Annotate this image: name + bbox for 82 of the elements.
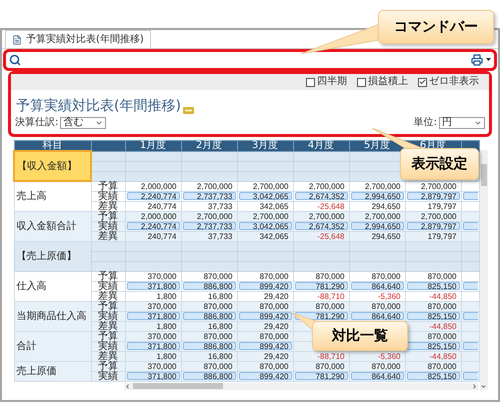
filter-label: 決算仕訳: [15,118,58,128]
column-header: 3月度 [237,140,293,151]
row-label: 差異 [91,351,125,361]
checkmark-icon [419,78,426,86]
table-cell: 2,994,650 [350,222,404,230]
callout-label: コマンドバー [378,10,494,44]
row-label: 予算 [91,301,125,311]
column-header: 1月度 [125,140,181,151]
row-label: 予算 [91,211,125,221]
account-cell: 当期商品仕入高 [14,301,91,331]
chevron-down-icon [95,119,104,127]
badge-icon [182,107,194,114]
table-cell: 899,420 [238,372,292,380]
column-header: 4月度 [293,140,349,151]
filter-dropdown[interactable]: 円 [439,117,485,129]
row-label: 予算 [91,181,125,191]
scroll-down-icon[interactable] [480,383,487,390]
row-label: 予算 [91,361,125,371]
section-cell[interactable]: 【収入金額】 [14,151,91,181]
table-cell: 864,640 [350,282,404,290]
row-label: 差異 [91,201,125,211]
table-cell: 825,150 [406,312,460,320]
table-cell: 886,800 [182,312,236,320]
table-cell: 3,042,065 [238,192,292,200]
account-cell: 仕入高 [14,271,91,301]
table-cell: 825,150 [406,372,460,380]
row-label: 差異 [91,321,125,331]
table-cell: 825,150 [406,342,460,350]
printer-icon[interactable] [471,54,483,66]
account-cell: 合計 [14,331,91,361]
table-cell: 2,240,774 [126,192,180,200]
table-cell: 2,674,352 [294,222,348,230]
option-checkbox[interactable]: 四半期 [306,77,347,87]
filter-label: 単位: [414,118,437,128]
account-cell: 売上高 [14,181,91,211]
callout-label: 対比一覧 [312,321,408,351]
table-cell: 371,800 [126,342,180,350]
scroll-thumb[interactable] [480,164,486,186]
table-cell: 2,737,733 [182,192,236,200]
section-cell[interactable]: 【売上原価】 [14,241,91,271]
account-cell: 収入金額合計 [14,211,91,241]
chevron-down-icon [474,119,482,127]
table-cell: 371,800 [126,282,180,290]
table-cell: 899,420 [238,342,292,350]
table-cell: 781,290 [294,282,348,290]
table-cell: 899,420 [238,282,292,290]
search-icon[interactable] [9,54,21,66]
table-cell: 886,800 [182,342,236,350]
table-cell: 864,640 [350,372,404,380]
table-cell: 886,800 [182,372,236,380]
table-cell: 2,674,352 [294,192,348,200]
scroll-thumb[interactable] [133,383,223,389]
table-cell: 371,800 [126,312,180,320]
scroll-left-icon[interactable] [124,382,131,390]
table-cell: 2,879,797 [406,192,460,200]
table-cell: 886,800 [182,282,236,290]
table-cell: 371,800 [126,372,180,380]
table-cell: 899,420 [238,312,292,320]
table-cell: 2,737,733 [182,222,236,230]
caret-icon[interactable] [486,58,491,62]
table-cell: 2,879,797 [406,222,460,230]
table-cell: 3,042,065 [238,222,292,230]
document-tab[interactable]: 予算実績対比表(年間推移) [5,30,151,48]
table-cell: 2,994,650 [350,192,404,200]
filter-dropdown[interactable]: 含む [60,117,106,129]
horizontal-scrollbar[interactable] [124,382,478,390]
column-header [91,140,125,151]
table-cell: 864,640 [350,312,404,320]
row-label: 差異 [91,231,125,241]
row-label: 予算 [91,331,125,341]
table-cell: 2,240,774 [126,222,180,230]
scroll-right-icon[interactable] [471,382,478,390]
column-header: 2月度 [181,140,237,151]
row-label: 予算 [91,271,125,281]
row-label: 差異 [91,291,125,301]
table-cell: 781,290 [294,372,348,380]
report-title: 予算実績対比表(年間推移) [16,98,181,114]
option-checkbox[interactable]: ゼロ非表示 [418,77,479,87]
table-cell: 825,150 [406,282,460,290]
document-icon [12,34,22,44]
account-cell: 売上原価 [14,361,91,381]
option-checkbox[interactable]: 損益積上 [357,77,408,87]
